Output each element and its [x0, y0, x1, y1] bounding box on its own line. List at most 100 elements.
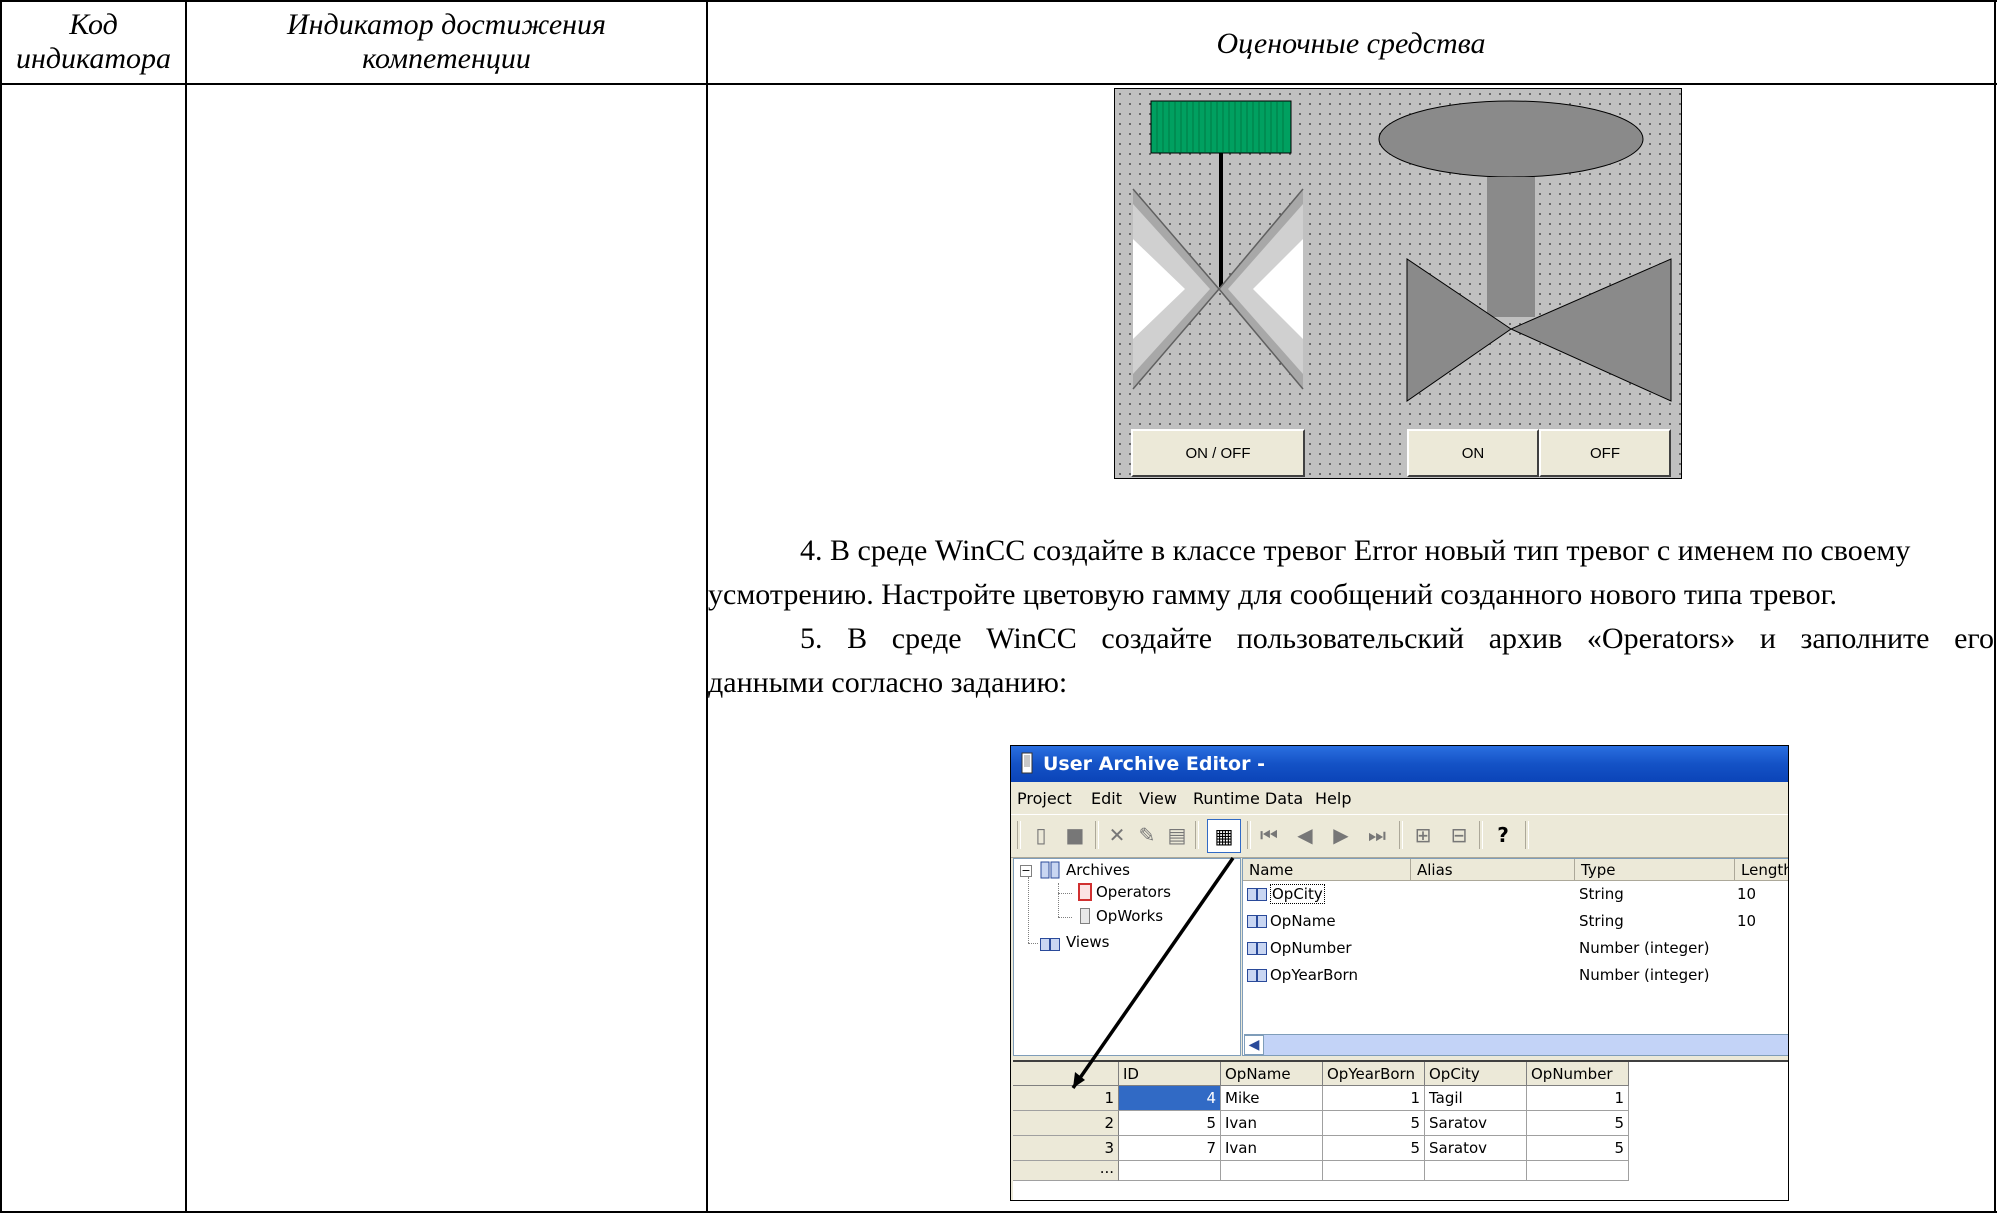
menu-project[interactable]: Project [1017, 789, 1072, 808]
app-icon [1021, 752, 1033, 774]
task-5-line1-text: 5. В среде WinCC создайте пользовательск… [800, 622, 1994, 655]
field-name: OpCity [1270, 884, 1325, 904]
grid-cell-opnumber[interactable]: 5 [1527, 1136, 1629, 1161]
grid-row-header[interactable]: 3 [1013, 1136, 1119, 1161]
grid-new-row-cell[interactable] [1221, 1161, 1323, 1181]
field-type: Number (integer) [1579, 966, 1710, 984]
table-view-icon[interactable]: ▦ [1207, 819, 1241, 853]
grid-column-opnumber[interactable]: OpNumber [1527, 1062, 1629, 1086]
field-row[interactable]: OpCity [1247, 884, 1325, 907]
grid-new-row-cell[interactable] [1527, 1161, 1629, 1181]
task-4-line1-text: 4. В среде WinCC создайте в классе трево… [800, 534, 1911, 567]
field-row[interactable]: OpYearBorn [1247, 966, 1358, 988]
column-length[interactable]: Length [1735, 859, 1788, 881]
header-indicator-code-line2: индикатора [15, 42, 171, 75]
properties-icon[interactable]: ▤ [1165, 823, 1189, 847]
grid-cell-opname[interactable]: Mike [1221, 1086, 1323, 1111]
column-type[interactable]: Type [1575, 859, 1735, 881]
export-icon[interactable]: ⊟ [1447, 823, 1471, 847]
views-icon [1040, 935, 1063, 953]
editor-menubar: Project Edit View Runtime Data Help [1011, 782, 1788, 814]
grid-column-opyearborn[interactable]: OpYearBorn [1323, 1062, 1425, 1086]
grid-cell-opname[interactable]: Ivan [1221, 1111, 1323, 1136]
menu-view[interactable]: View [1139, 789, 1177, 808]
new-icon[interactable]: ▯ [1029, 823, 1053, 847]
menu-runtime-data[interactable]: Runtime Data [1193, 789, 1303, 808]
column-alias[interactable]: Alias [1411, 859, 1575, 881]
scroll-left-icon[interactable]: ◀ [1244, 1035, 1264, 1055]
editor-titlebar: User Archive Editor - [1011, 746, 1788, 782]
page: Код индикатора Индикатор достижения комп… [0, 0, 1997, 1214]
field-icon [1247, 915, 1267, 928]
grid-cell-opcity[interactable]: Tagil [1425, 1086, 1527, 1111]
menu-help[interactable]: Help [1315, 789, 1351, 808]
tree-item-views[interactable]: Views [1066, 933, 1109, 951]
field-length: 10 [1737, 912, 1757, 930]
field-list-scrollbar[interactable]: ◀ [1244, 1034, 1788, 1055]
grid-cell-opname[interactable]: Ivan [1221, 1136, 1323, 1161]
field-icon [1247, 888, 1267, 901]
grid-new-row-header[interactable]: ... [1013, 1161, 1119, 1181]
grid-cell-id[interactable]: 7 [1119, 1136, 1221, 1161]
help-pointer-icon[interactable]: ? [1491, 823, 1515, 847]
grid-column-opcity[interactable]: OpCity [1425, 1062, 1527, 1086]
grid-cell-opyearborn[interactable]: 5 [1323, 1111, 1425, 1136]
field-row[interactable]: OpNumber [1247, 939, 1352, 961]
right-valve-actuator [1378, 100, 1644, 178]
grid-new-row-cell[interactable] [1119, 1161, 1221, 1181]
import-icon[interactable]: ⊞ [1411, 823, 1435, 847]
header-competence-indicator-line1: Индикатор достижения [287, 8, 606, 41]
field-list: Name Alias Type Length OpCity String 10 … [1242, 858, 1788, 1056]
grid-cell-id[interactable]: 4 [1119, 1086, 1221, 1111]
delete-icon[interactable]: ✕ [1105, 823, 1129, 847]
grid-new-row-cell[interactable] [1425, 1161, 1527, 1181]
grid-cell-opcity[interactable]: Saratov [1425, 1111, 1527, 1136]
field-name: OpYearBorn [1270, 966, 1358, 984]
grid-row-header[interactable]: 2 [1013, 1111, 1119, 1136]
add-field-icon[interactable]: ✎ [1135, 823, 1159, 847]
field-type: String [1579, 912, 1624, 930]
archives-icon [1040, 860, 1060, 880]
task-4-line2: усмотрению. Настройте цветовую гамму для… [708, 578, 1838, 611]
table-top-border [0, 0, 1997, 2]
opworks-archive-icon [1080, 908, 1090, 924]
previous-record-icon[interactable]: ◀ [1293, 823, 1317, 847]
task-4-line1: 4. В среде WinCC создайте в классе трево… [708, 529, 1994, 573]
menu-edit[interactable]: Edit [1091, 789, 1122, 808]
operators-archive-icon [1078, 883, 1092, 901]
tree-item-archives[interactable]: Archives [1066, 861, 1130, 879]
grid-corner [1013, 1062, 1119, 1086]
header-assessment-tools: Оценочные средства [1216, 27, 1486, 60]
field-length: 10 [1737, 885, 1757, 903]
right-valve-stem [1487, 177, 1535, 317]
on-off-button[interactable]: ON / OFF [1131, 429, 1305, 477]
grid-cell-opyearborn[interactable]: 1 [1323, 1086, 1425, 1111]
table-left-border [0, 0, 2, 1213]
on-button[interactable]: ON [1407, 429, 1539, 477]
tree-item-opworks[interactable]: OpWorks [1096, 907, 1163, 925]
column-name[interactable]: Name [1243, 859, 1411, 881]
grid-row-header[interactable]: 1 [1013, 1086, 1119, 1111]
grid-cell-opcity[interactable]: Saratov [1425, 1136, 1527, 1161]
grid-new-row-cell[interactable] [1323, 1161, 1425, 1181]
grid-cell-opnumber[interactable]: 1 [1527, 1086, 1629, 1111]
field-type: String [1579, 885, 1624, 903]
field-icon [1247, 942, 1267, 955]
table-right-border [1994, 0, 1996, 1213]
field-type: Number (integer) [1579, 939, 1710, 957]
grid-column-opname[interactable]: OpName [1221, 1062, 1323, 1086]
grid-cell-id[interactable]: 5 [1119, 1111, 1221, 1136]
header-competence-indicator-line2: компетенции [362, 42, 531, 75]
grid-cell-opnumber[interactable]: 5 [1527, 1111, 1629, 1136]
grid-cell-opyearborn[interactable]: 5 [1323, 1136, 1425, 1161]
off-button[interactable]: OFF [1539, 429, 1671, 477]
tree-collapse-toggle[interactable]: − [1020, 865, 1032, 877]
field-row[interactable]: OpName [1247, 912, 1336, 934]
tree-item-operators[interactable]: Operators [1096, 883, 1171, 901]
save-icon[interactable]: ■ [1063, 823, 1087, 847]
first-record-icon[interactable]: ⏮ [1257, 823, 1281, 847]
grid-column-id[interactable]: ID [1119, 1062, 1221, 1086]
next-record-icon[interactable]: ▶ [1329, 823, 1353, 847]
last-record-icon[interactable]: ⏭ [1365, 823, 1389, 847]
field-icon [1247, 969, 1267, 982]
